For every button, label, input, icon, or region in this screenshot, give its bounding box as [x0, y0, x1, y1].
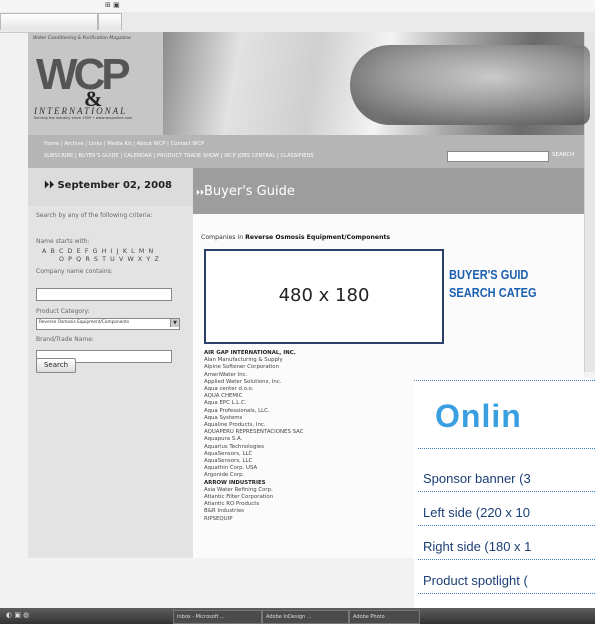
companies-in-category: Companies in Reverse Osmosis Equipment/C… — [201, 234, 390, 241]
company-list-item[interactable]: Alpine Softener Corporation — [204, 364, 404, 371]
current-date: ⏵⏵ September 02, 2008 — [44, 180, 172, 191]
company-list-item[interactable]: AQUA CHEMIC — [204, 393, 404, 400]
logo-international: INTERNATIONAL — [34, 106, 128, 116]
overlay-heading-line1: BUYER'S GUID — [449, 267, 529, 282]
companies-prefix: Companies in — [201, 234, 246, 241]
spec-item: Left side (220 x 10 — [423, 505, 530, 520]
company-list-item[interactable]: Atlantic RO Products — [204, 501, 404, 508]
overlay-heading: BUYER'S GUID SEARCH CATEG — [449, 266, 537, 302]
company-list-item[interactable]: Argonide Corp. — [204, 472, 404, 479]
alphabet-links-row2[interactable]: O P Q R S T U V W X Y Z — [59, 256, 160, 263]
product-category-label: Product Category: — [36, 308, 90, 315]
taskbar-task[interactable]: Adobe InDesign ... — [262, 610, 349, 624]
spec-item: Sponsor banner (3 — [423, 471, 531, 486]
spec-item: Right side (180 x 1 — [423, 539, 532, 554]
site-search-button[interactable]: SEARCH — [552, 152, 574, 158]
company-list-item[interactable]: Aqualine Products, Inc. — [204, 422, 404, 429]
dotted-divider — [418, 491, 595, 492]
double-arrow-icon: ⏵⏵ — [196, 188, 204, 197]
company-list-item[interactable]: Aqua center d.o.o. — [204, 386, 404, 393]
chevron-down-icon[interactable]: ▼ — [170, 319, 179, 327]
dotted-divider — [418, 559, 595, 560]
company-list-item[interactable]: AquaSensors, LLC — [204, 458, 404, 465]
browser-toolbar-icons[interactable]: ⊞ ▣ — [105, 1, 120, 9]
page-title-text: Buyer's Guide — [204, 184, 295, 199]
nav-secondary-links[interactable]: SUBSCRIBE | BUYER'S GUIDE | CALENDAR | P… — [44, 153, 314, 159]
company-list-item[interactable]: Aquarius Technologies — [204, 444, 404, 451]
search-heading: Search by any of the following criteria: — [36, 212, 153, 219]
company-name-label: Company name contains: — [36, 268, 113, 275]
site-logo[interactable]: WCP — [36, 50, 131, 100]
dotted-divider — [418, 448, 595, 449]
ad-placeholder-label: 480 x 180 — [278, 285, 370, 306]
company-list-item[interactable]: ARROW INDUSTRIES — [204, 480, 404, 487]
logo-serving-line: Serving the industry since 1959 • www.wc… — [34, 116, 133, 120]
dotted-divider — [418, 593, 595, 594]
company-list-item[interactable]: Applied Water Solutions, Inc. — [204, 379, 404, 386]
companies-category: Reverse Osmosis Equipment/Components — [245, 234, 391, 241]
browser-new-tab[interactable] — [98, 13, 122, 30]
company-list-item[interactable]: Aquathin Corp. USA — [204, 465, 404, 472]
spec-item: Product spotlight ( — [423, 573, 528, 588]
company-list-item[interactable]: B&R Industries — [204, 508, 404, 515]
browser-tab[interactable] — [0, 13, 98, 30]
name-starts-label: Name starts with: — [36, 238, 90, 245]
company-list-item[interactable]: Aquapura S.A. — [204, 436, 404, 443]
company-list-item[interactable]: Atlantic Filter Corporation — [204, 494, 404, 501]
company-list-item[interactable]: AIR GAP INTERNATIONAL, INC. — [204, 350, 404, 357]
online-title: Onlin — [435, 398, 522, 434]
nav-primary-links[interactable]: Home | Archive | Links | Media Kit | Abo… — [44, 141, 204, 147]
company-list-item[interactable]: AQUAPERU REPRESENTACIONES SAC — [204, 429, 404, 436]
product-category-value: Reverse Osmosis Equipment/Components — [39, 320, 130, 325]
date-text: September 02, 2008 — [57, 180, 172, 191]
site-search-input[interactable] — [447, 151, 549, 162]
taskbar-task[interactable]: Adobe Photo — [349, 610, 420, 624]
company-list: AIR GAP INTERNATIONAL, INC. Alan Manufact… — [204, 350, 404, 523]
company-list-item[interactable]: Aqua EPC L.L.C. — [204, 400, 404, 407]
browser-top-strip — [0, 0, 595, 12]
company-list-item[interactable]: Asia Water Refining Corp. — [204, 487, 404, 494]
search-button[interactable]: Search — [36, 358, 76, 373]
company-list-item[interactable]: Aqua Systems — [204, 415, 404, 422]
dotted-divider — [418, 525, 595, 526]
company-list-item[interactable]: AquaSensors, LLC — [204, 451, 404, 458]
company-list-item[interactable]: AmeriWater Inc. — [204, 372, 404, 379]
company-name-input[interactable] — [36, 288, 172, 301]
header-photo-gloves — [350, 45, 590, 125]
magazine-tagline: Water Conditioning & Purification Magazi… — [33, 36, 131, 41]
company-list-item[interactable]: Aqua Professionals, LLC. — [204, 408, 404, 415]
taskbar-task[interactable]: Inbox - Microsoft ... — [173, 610, 262, 624]
dotted-divider — [414, 380, 595, 381]
company-list-item[interactable]: RIPSEQUIP — [204, 516, 404, 523]
alphabet-links-row1[interactable]: A B C D E F G H I J K L M N — [42, 248, 154, 255]
taskbar-start-icons[interactable]: ◐ ▣ ◍ — [6, 611, 29, 619]
brand-name-label: Brand/Trade Name: — [36, 336, 94, 343]
company-list-item[interactable]: Alan Manufacturing & Supply — [204, 357, 404, 364]
overlay-heading-line2: SEARCH CATEG — [449, 285, 537, 300]
page-title: ⏵⏵Buyer's Guide — [196, 184, 295, 199]
double-arrow-icon: ⏵⏵ — [44, 180, 58, 191]
